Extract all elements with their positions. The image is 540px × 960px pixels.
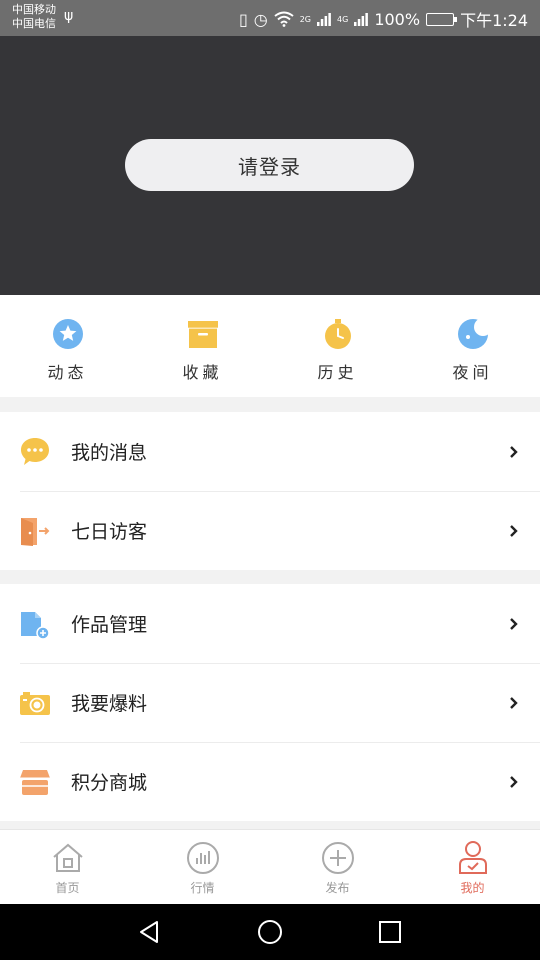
shop-icon (20, 769, 50, 795)
quick-nav-favorites[interactable]: 收藏 (135, 295, 270, 397)
battery-icon (426, 12, 458, 26)
document-add-icon (21, 611, 50, 640)
chevron-right-icon (510, 525, 518, 537)
signal-icon-2 (354, 13, 369, 26)
menu-item-messages[interactable]: 我的消息 (0, 412, 540, 491)
home-circle-icon[interactable] (257, 919, 283, 945)
status-bar: 中国移动 中国电信 ψ ▯ ◷ 2G 4G 100% 下午1:24 (0, 0, 540, 36)
alarm-icon: ◷ (253, 9, 268, 29)
home-icon (52, 843, 83, 872)
chevron-right-icon (510, 618, 518, 630)
menu-group-1: 我的消息 七日访客 (0, 412, 540, 570)
quick-nav-label: 收藏 (182, 363, 223, 382)
menu-item-label: 作品管理 (71, 614, 148, 636)
back-icon[interactable] (137, 919, 163, 945)
profile-header: 请登录 (0, 36, 540, 295)
carrier-info: 中国移动 中国电信 (12, 3, 56, 31)
signal-2g-icon: 2G (299, 14, 312, 24)
tab-bar: 首页 行情 发布 我的 (0, 829, 540, 904)
vibrate-icon: ▯ (238, 9, 248, 29)
quick-nav-night[interactable]: 夜间 (405, 295, 540, 397)
system-nav-bar (0, 904, 540, 960)
stopwatch-icon (324, 319, 351, 349)
menu-item-label: 我的消息 (71, 442, 148, 464)
chevron-right-icon (510, 776, 518, 788)
moon-icon (457, 318, 490, 349)
door-exit-icon (21, 517, 50, 546)
tab-home[interactable]: 首页 (0, 830, 135, 904)
star-icon (52, 319, 83, 349)
quick-nav-dynamic[interactable]: 动态 (0, 295, 135, 397)
tab-publish[interactable]: 发布 (270, 830, 405, 904)
menu-item-label: 我要爆料 (71, 693, 148, 715)
clock: 下午1:24 (460, 11, 528, 30)
quick-nav-label: 夜间 (452, 363, 493, 382)
recents-icon[interactable] (377, 919, 403, 945)
tab-label: 发布 (325, 881, 350, 895)
quick-nav-label: 历史 (317, 363, 358, 382)
tab-label: 行情 (190, 881, 215, 895)
battery-percent: 100% (374, 9, 421, 29)
wifi-icon (274, 11, 294, 27)
chevron-right-icon (510, 697, 518, 709)
tab-label: 首页 (55, 881, 80, 895)
carrier-1: 中国移动 (12, 3, 56, 16)
tab-mine[interactable]: 我的 (405, 830, 540, 904)
menu-item-works[interactable]: 作品管理 (0, 584, 540, 663)
user-icon (458, 841, 487, 874)
menu-item-label: 七日访客 (71, 521, 148, 543)
message-bubble-icon (21, 437, 49, 465)
menu-item-label: 积分商城 (71, 772, 148, 794)
chevron-right-icon (510, 446, 518, 458)
archive-box-icon (187, 321, 218, 348)
tab-market[interactable]: 行情 (135, 830, 270, 904)
signal-4g-icon: 4G (337, 14, 349, 24)
login-button[interactable]: 请登录 (125, 139, 414, 191)
usb-icon: ψ (64, 8, 74, 24)
menu-item-store[interactable]: 积分商城 (0, 742, 540, 821)
plus-circle-icon (321, 842, 354, 874)
quick-nav-history[interactable]: 历史 (270, 295, 405, 397)
carrier-2: 中国电信 (12, 17, 56, 30)
menu-item-visitors[interactable]: 七日访客 (0, 491, 540, 570)
tab-label: 我的 (460, 881, 485, 895)
quick-nav: 动态 收藏 历史 夜间 (0, 295, 540, 397)
signal-icon (317, 13, 331, 26)
menu-group-2: 作品管理 我要爆料 积分商城 (0, 584, 540, 821)
quick-nav-label: 动态 (47, 363, 88, 382)
chart-icon (186, 842, 219, 874)
camera-icon (20, 691, 50, 715)
menu-item-report[interactable]: 我要爆料 (0, 663, 540, 742)
